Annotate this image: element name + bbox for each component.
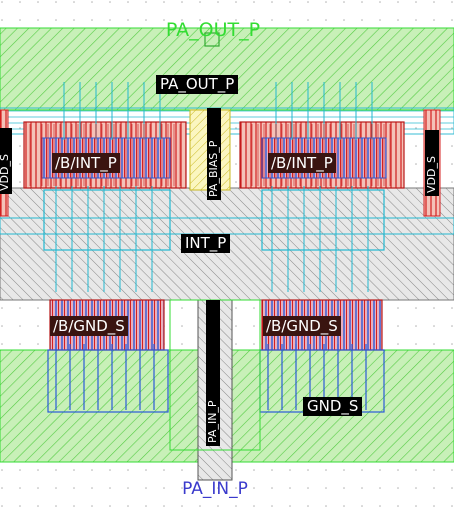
pin-label-pa-in: PA_IN_P xyxy=(182,479,248,499)
device-label-gnd-left: /B/GND_S xyxy=(50,316,128,336)
vertical-label-pa-in: PA_IN_P xyxy=(206,300,220,446)
device-label-int-right: /B/INT_P xyxy=(268,153,336,173)
net-label-gnd-s: GND_S xyxy=(303,397,363,416)
device-label-int-left: /B/INT_P xyxy=(52,153,120,173)
vertical-label-vdd-left: VDD_S xyxy=(0,128,12,194)
vertical-label-pa-bias: PA_BIAS_P xyxy=(207,108,221,200)
pin-label-pa-out: PA_OUT_P xyxy=(166,19,260,41)
net-label-int-p: INT_P xyxy=(181,234,231,253)
net-label-pa-out: PA_OUT_P xyxy=(156,75,239,94)
vertical-label-vdd-right: VDD_S xyxy=(425,130,439,196)
device-label-gnd-right: /B/GND_S xyxy=(263,316,341,336)
